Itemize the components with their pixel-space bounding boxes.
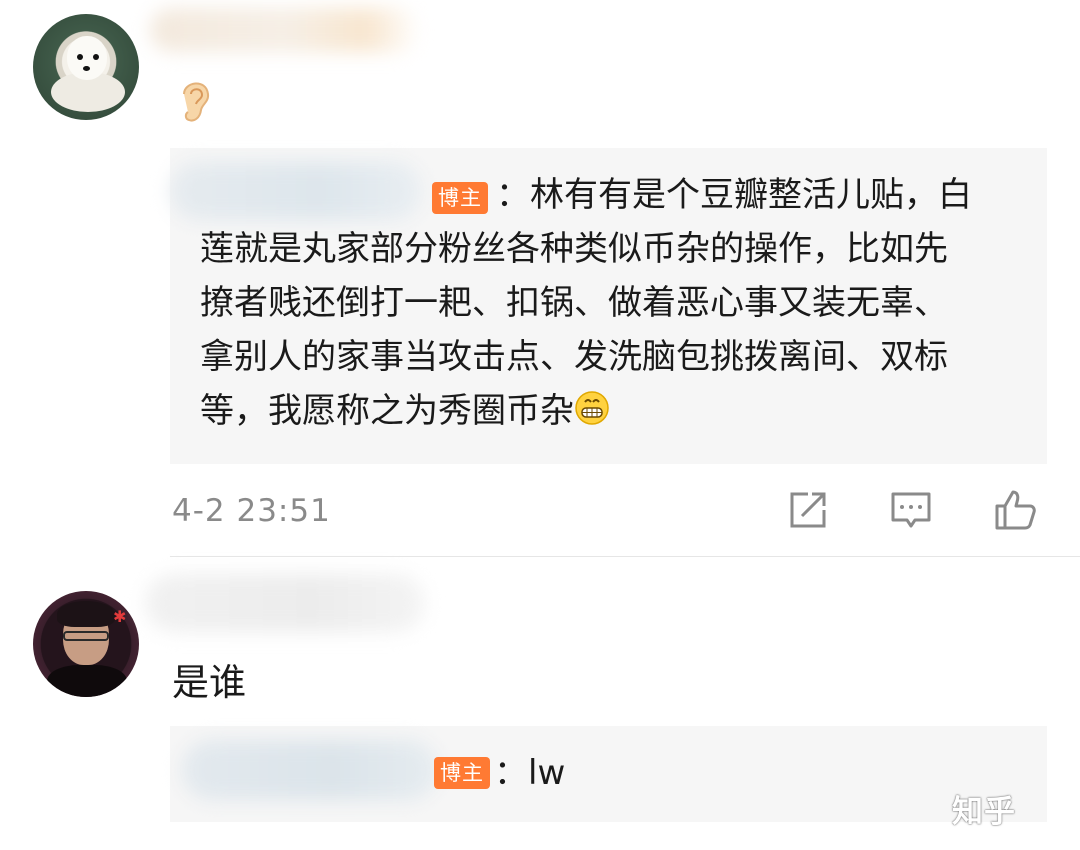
comment-text: 是谁 (172, 661, 246, 704)
avatar-person-hair (57, 601, 115, 627)
user-avatar[interactable] (33, 14, 139, 120)
share-icon[interactable] (786, 488, 830, 532)
grin-icon (575, 391, 609, 425)
avatar-dog-eye (93, 54, 99, 60)
comment-timestamp: 4-2 23:51 (172, 493, 331, 529)
avatar-person-glasses (63, 631, 109, 641)
comment-divider (170, 556, 1080, 557)
avatar-dog-eye (77, 54, 83, 60)
zhihu-watermark: 知乎 (952, 794, 1016, 830)
avatar-person-body (47, 665, 127, 697)
reply-text: ：lw (494, 753, 566, 793)
reply-text: 莲就是丸家部分粉丝各种类似币杂的操作，比如先 撩者贱还倒打一耙、扣锅、做着恶心事… (200, 168, 948, 438)
anger-mark-icon: ✱ (113, 607, 127, 626)
avatar-dog-nose (83, 66, 90, 71)
blurred-username[interactable] (145, 574, 425, 632)
comment-icon[interactable] (889, 488, 933, 532)
like-icon[interactable] (993, 488, 1037, 532)
blurred-reply-username[interactable] (182, 740, 438, 800)
ear-emoji-icon (183, 82, 210, 122)
avatar-dog-face (67, 36, 107, 80)
author-badge: 博主 (434, 757, 490, 789)
user-avatar[interactable]: ✱ (33, 591, 139, 697)
blurred-username[interactable] (150, 8, 420, 52)
